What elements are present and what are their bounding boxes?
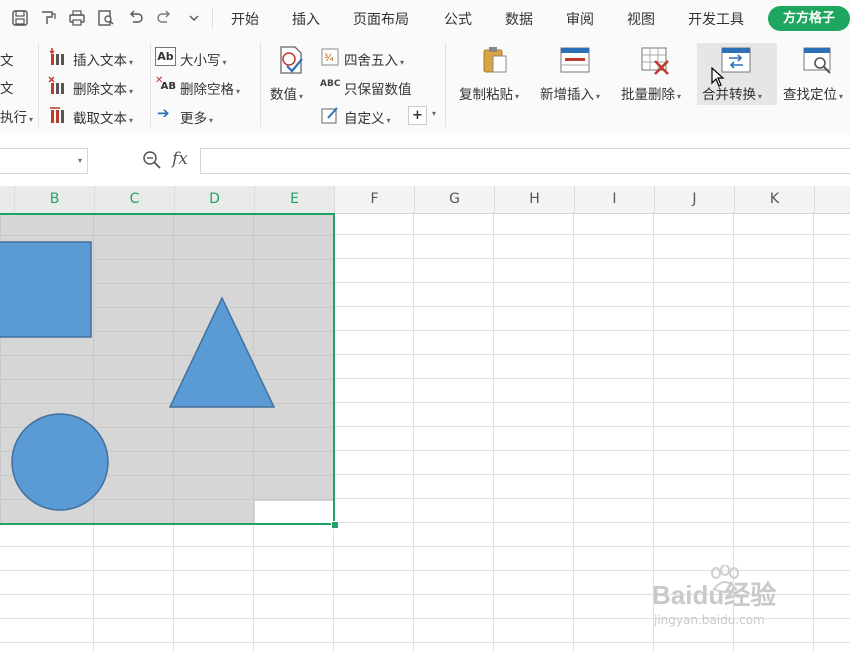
group-divider	[260, 43, 261, 127]
column-header-b[interactable]: B	[15, 186, 95, 213]
customize-dropdown-icon[interactable]	[184, 9, 204, 27]
tab-page-layout[interactable]: 页面布局	[353, 9, 409, 29]
column-header-c[interactable]: C	[95, 186, 175, 213]
svg-text:¾: ¾	[324, 53, 334, 64]
group-divider	[150, 43, 151, 127]
delete-spaces-icon: ✕ AB	[155, 75, 176, 92]
batch-delete-button[interactable]: 批量删除 ▾	[619, 43, 695, 103]
ribbon-partial-item[interactable]: 文	[0, 49, 14, 69]
column-header-e[interactable]: E	[255, 186, 335, 213]
column-header-j[interactable]: J	[655, 186, 735, 213]
shapes-layer	[0, 241, 276, 511]
find-locate-icon	[803, 47, 831, 74]
watermark-brand: Baidu经验	[652, 580, 777, 610]
print-icon[interactable]	[67, 9, 87, 27]
plus-icon: +	[408, 106, 427, 125]
merge-convert-button[interactable]: 合并转换 ▾	[697, 43, 777, 105]
group-divider	[445, 43, 446, 127]
rectangle-shape[interactable]	[0, 241, 92, 338]
add-insert-button[interactable]: 新增插入 ▾	[538, 43, 614, 103]
print-preview-icon[interactable]	[96, 9, 116, 27]
menu-divider	[212, 8, 213, 28]
ribbon: 文 文 执行 ▾ 插入文本 ▾ 删除文本 ▾ 截取文本 ▾ Ab 大小写 ▾ ✕ AB 删除…	[0, 37, 850, 134]
column-header-k[interactable]: K	[735, 186, 815, 213]
mouse-cursor-icon	[711, 67, 725, 87]
insert-rows-icon	[560, 47, 590, 73]
merge-convert-icon	[721, 47, 751, 73]
group-divider	[38, 43, 39, 127]
value-button[interactable]: 数值 ▾	[268, 43, 312, 103]
find-locate-button[interactable]: 查找定位 ▾	[781, 43, 850, 103]
column-header-g[interactable]: G	[415, 186, 495, 213]
column-header-h[interactable]: H	[495, 186, 575, 213]
format-painter-icon[interactable]	[38, 9, 58, 27]
tab-home[interactable]: 开始	[231, 9, 259, 29]
redo-icon[interactable]	[154, 9, 174, 27]
column-header-d[interactable]: D	[175, 186, 255, 213]
column-header[interactable]	[0, 186, 15, 213]
ribbon-partial-item[interactable]: 执行 ▾	[0, 106, 33, 126]
menu-bar: 开始 插入 页面布局 公式 数据 审阅 视图 开发工具 方方格子	[0, 0, 850, 37]
clipboard-icon	[483, 47, 507, 73]
circle-shape[interactable]	[11, 413, 109, 511]
tab-data[interactable]: 数据	[505, 9, 533, 29]
tab-review[interactable]: 审阅	[566, 9, 594, 29]
column-header[interactable]	[815, 186, 850, 213]
chevron-down-icon[interactable]: ▾	[78, 156, 82, 165]
extract-text-icon	[50, 107, 64, 123]
tab-insert[interactable]: 插入	[292, 9, 320, 29]
delete-text-icon	[48, 76, 64, 94]
tab-developer[interactable]: 开发工具	[688, 9, 744, 29]
watermark-url: jingyan.baidu.com	[654, 613, 765, 627]
formula-bar: ▾ fx	[0, 133, 850, 186]
custom-edit-icon	[321, 107, 338, 124]
triangle-shape[interactable]	[168, 296, 276, 408]
round-icon: ¾	[321, 48, 339, 66]
undo-icon[interactable]	[126, 9, 146, 27]
case-icon: Ab	[155, 47, 176, 66]
formula-input[interactable]	[200, 148, 850, 174]
tab-formulas[interactable]: 公式	[444, 9, 472, 29]
copy-paste-button[interactable]: 复制粘贴 ▾	[456, 43, 532, 103]
baidu-watermark: Baidu经验 jingyan.baidu.com	[652, 565, 812, 635]
value-convert-icon	[280, 46, 303, 74]
tab-fangfang-addin[interactable]: 方方格子	[768, 6, 850, 31]
abc-icon: ABC	[320, 79, 341, 89]
column-header-f[interactable]: F	[335, 186, 415, 213]
fx-icon[interactable]: fx	[172, 149, 188, 169]
insert-text-icon	[49, 48, 64, 65]
batch-delete-icon	[641, 47, 669, 75]
arrow-right-icon: ➔	[157, 104, 170, 122]
save-icon[interactable]	[10, 9, 30, 27]
column-header-row: B C D E F G H I J K	[0, 186, 850, 214]
name-box[interactable]: ▾	[0, 148, 88, 174]
zoom-search-icon[interactable]	[142, 150, 162, 170]
column-header-i[interactable]: I	[575, 186, 655, 213]
ribbon-partial-item[interactable]: 文	[0, 77, 14, 97]
tab-view[interactable]: 视图	[627, 9, 655, 29]
